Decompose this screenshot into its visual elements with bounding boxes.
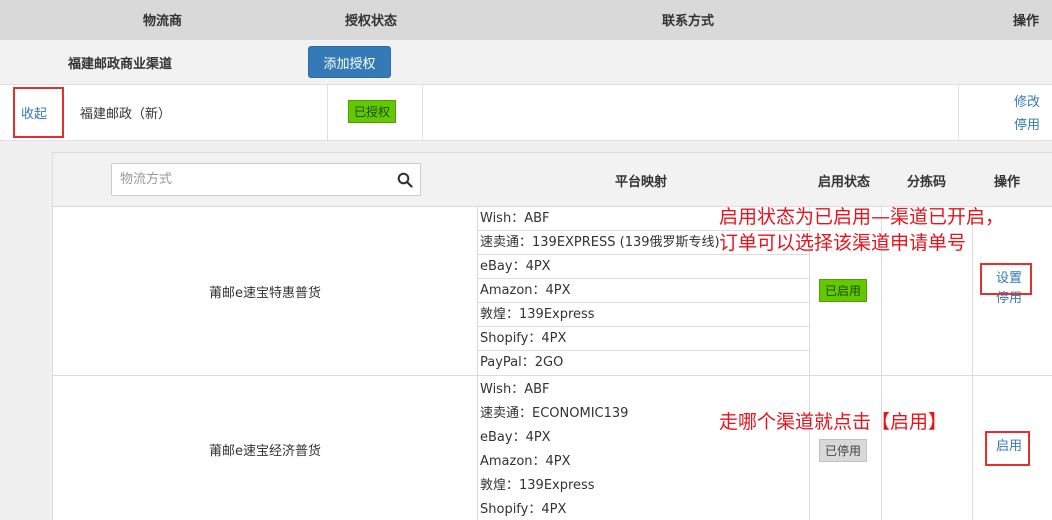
annotation-note: 启用状态为已启用—渠道已开启，: [719, 206, 1005, 228]
search-input[interactable]: [112, 164, 382, 195]
header-channel-actions: 操作: [994, 175, 1021, 190]
highlight-box: [985, 431, 1030, 466]
mapping-item: eBay：4PX: [477, 255, 809, 279]
mapping-item: Amazon：4PX: [480, 454, 571, 469]
search-box: [111, 163, 421, 196]
column-divider: [881, 376, 882, 520]
account-name: 福建邮政（新）: [80, 107, 172, 122]
mapping-item: 敦煌：139Express: [477, 303, 809, 327]
account-row: 收起 福建邮政（新） 已授权 修改 停用: [0, 85, 1052, 141]
carrier-row: 福建邮政商业渠道 添加授权: [0, 40, 1052, 85]
status-badge: 已启用: [819, 279, 868, 302]
header-auth-status: 授权状态: [345, 14, 398, 29]
mapping-item: PayPal：2GO: [480, 355, 564, 370]
highlight-box: [13, 87, 64, 138]
column-divider: [809, 376, 810, 520]
header-sort-code: 分拣码: [907, 175, 947, 190]
mapping-item: Amazon：4PX: [477, 279, 809, 303]
mapping-item: Wish：ABF: [480, 382, 550, 397]
add-auth-button[interactable]: 添加授权: [308, 46, 391, 78]
column-divider: [972, 207, 973, 375]
highlight-box: [980, 263, 1032, 295]
header-platform-mapping: 平台映射: [615, 175, 668, 190]
channel-name: 莆邮e速宝特惠普货: [209, 286, 321, 301]
auth-status-badge: 已授权: [348, 100, 397, 123]
search-icon[interactable]: [397, 172, 413, 188]
column-divider: [972, 376, 973, 520]
mapping-item: Shopify：4PX: [477, 327, 809, 351]
header-status: 启用状态: [818, 175, 871, 190]
column-divider: [422, 85, 423, 141]
column-divider: [958, 85, 959, 141]
header-actions: 操作: [1013, 14, 1040, 29]
header-carrier: 物流商: [143, 14, 183, 29]
column-divider: [327, 85, 328, 141]
annotation-note: 订单可以选择该渠道申请单号: [719, 232, 967, 254]
header-contact: 联系方式: [662, 14, 715, 29]
channel-name: 莆邮e速宝经济普货: [209, 444, 321, 459]
annotation-note: 走哪个渠道就点击【启用】: [719, 411, 948, 433]
channel-table-header: 平台映射 启用状态 分拣码 操作: [53, 153, 1052, 207]
table-header: 物流商 授权状态 联系方式 操作: [0, 0, 1052, 40]
mapping-item: Shopify：4PX: [480, 502, 567, 517]
carrier-name: 福建邮政商业渠道: [68, 57, 173, 72]
disable-account-link[interactable]: 停用: [1014, 114, 1040, 133]
mapping-item: 敦煌：139Express: [480, 478, 595, 493]
platform-mapping-list: Wish：ABF 速卖通：ECONOMIC139 eBay：4PX Amazon…: [477, 378, 809, 520]
edit-link[interactable]: 修改: [1014, 91, 1040, 110]
table-row: 莆邮e速宝经济普货 Wish：ABF 速卖通：ECONOMIC139 eBay：…: [53, 376, 1052, 520]
status-badge: 已停用: [819, 439, 868, 462]
